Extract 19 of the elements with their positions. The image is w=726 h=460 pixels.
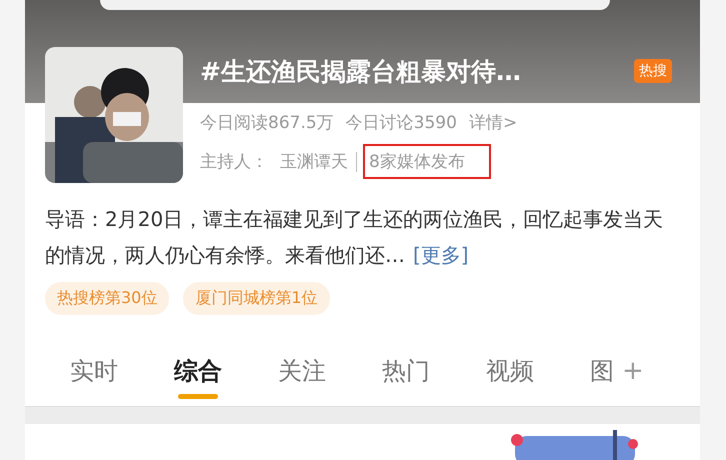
more-link[interactable]: [更多] [413,243,469,267]
topic-stat[interactable]: 详情> [468,111,518,134]
topic-title: #生还渔民揭露台粗暴对待… [200,56,521,88]
media-count[interactable]: 8家媒体发布 [363,144,491,179]
intro-text: 导语：2月20日，谭主在福建见到了生还的两位渔民，回忆起事发当天的情况，两人仍心有余悸。来看他们还… [更多] [45,206,664,269]
host-name[interactable]: 玉渊谭天 [280,150,348,173]
tab[interactable]: 实时 [70,354,118,400]
tab[interactable]: 热门 [382,354,430,400]
tab[interactable]: 视频 [486,354,534,400]
host-label: 主持人： [200,151,268,173]
tab[interactable]: 综合 [174,354,222,400]
topic-stat: 今日阅读867.5万 [200,112,334,134]
rank-tag[interactable]: 厦门同城榜第1位 [183,282,330,315]
add-tab-button[interactable]: + [622,356,644,400]
search-bar[interactable] [100,0,610,10]
rank-tag[interactable]: 热搜榜第30位 [45,282,170,315]
topic-stat: 今日讨论3590 [346,112,457,134]
tab[interactable]: 关注 [278,354,326,400]
hot-badge: 热搜 [634,59,672,83]
